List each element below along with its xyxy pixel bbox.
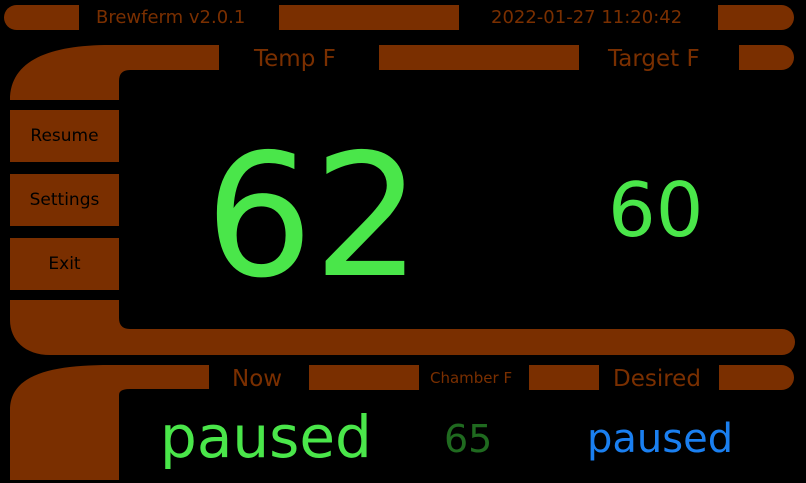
resume-button[interactable]: Resume (10, 110, 119, 162)
bottom-frame-segment-1 (309, 365, 419, 390)
temp-label: Temp F (254, 46, 336, 72)
desired-label: Desired (613, 366, 701, 392)
bottom-frame-right-cap (719, 365, 794, 390)
target-temp-value: 60 (608, 166, 704, 254)
current-temp-value: 62 (205, 118, 422, 316)
settings-button[interactable]: Settings (10, 174, 119, 226)
now-label: Now (232, 366, 283, 392)
chamber-temp-value: 65 (444, 417, 493, 461)
chamber-label: Chamber F (430, 369, 513, 387)
bottom-frame-segment-2 (529, 365, 599, 390)
top-frame-right-cap (739, 45, 794, 70)
now-status-value: paused (160, 403, 372, 471)
exit-button[interactable]: Exit (10, 238, 119, 290)
desired-status-value: paused (587, 416, 734, 462)
top-frame-mid-segment (379, 45, 579, 70)
target-label: Target F (608, 46, 700, 72)
